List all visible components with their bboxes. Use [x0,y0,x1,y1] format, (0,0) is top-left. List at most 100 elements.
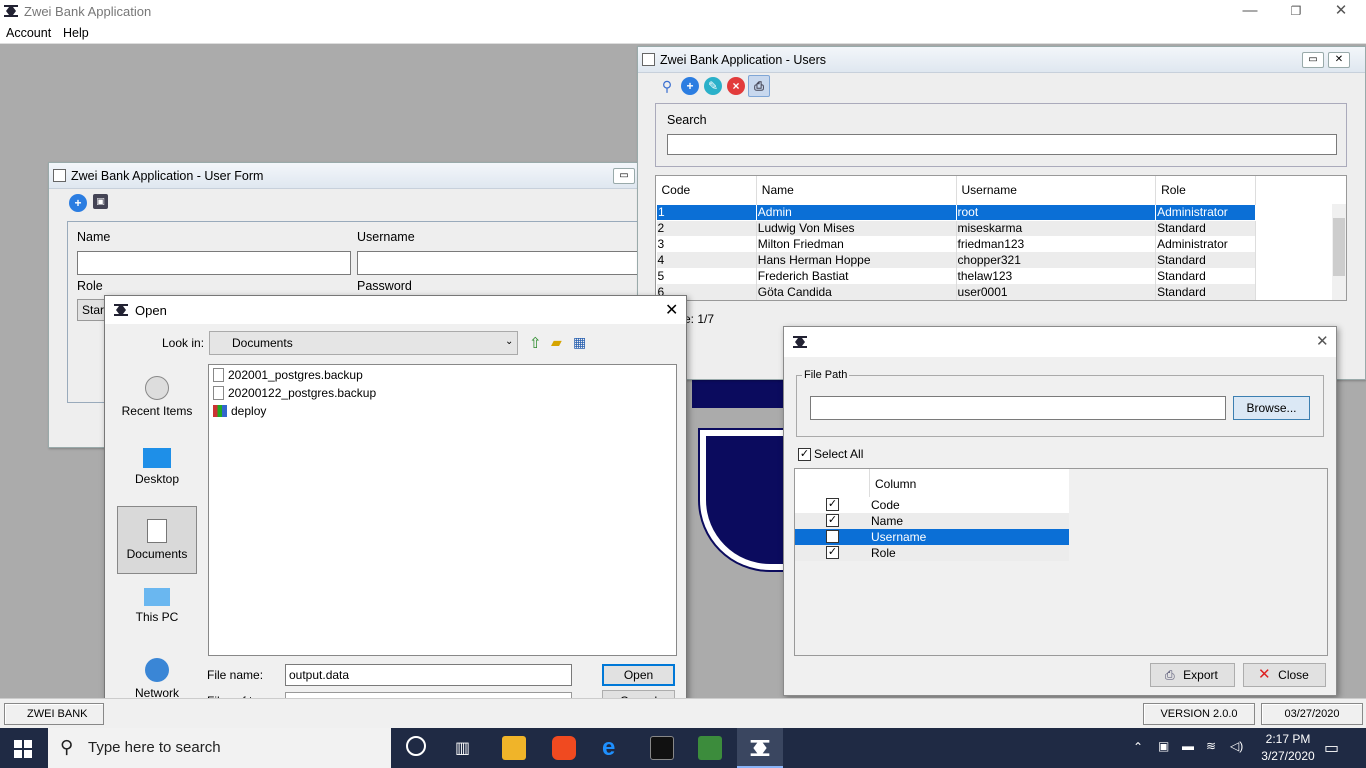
open-button[interactable]: Open [602,664,675,686]
delete-icon[interactable]: × [727,77,745,95]
column-divider [869,469,870,497]
new-folder-icon[interactable]: ▰ [551,334,562,351]
browse-button[interactable]: Browse... [1233,396,1310,420]
cell-code: 3 [656,236,757,252]
minimize-button[interactable]: — [1227,0,1273,24]
table-scrollbar[interactable] [1332,204,1346,300]
column-header[interactable]: Username [956,176,1157,204]
main-window-title: Zwei Bank Application [24,4,152,19]
export-button[interactable]: ⎙ Export [1150,663,1235,687]
menu-help[interactable]: Help [63,26,89,40]
place-desktop[interactable]: Desktop [117,448,197,514]
edge-browser-icon[interactable]: e [602,734,615,762]
status-version: VERSION 2.0.0 [1143,703,1255,725]
computer-icon [144,588,170,606]
wifi-icon[interactable]: ≋ [1206,739,1216,753]
place-label: Recent Items [121,404,193,418]
view-menu-icon[interactable]: ▦ [573,334,586,351]
look-in-select[interactable]: Documents [209,331,518,355]
place-recent-items[interactable]: Recent Items [117,376,197,442]
taskbar-date[interactable]: 3/27/2020 [1253,749,1323,763]
app-logo-icon [750,740,770,756]
cortana-icon[interactable] [406,736,426,756]
column-header[interactable]: Name [756,176,957,204]
network-icon [145,658,169,682]
file-path-label: File Path [802,369,850,381]
network-status-icon[interactable]: ▣ [1158,739,1169,753]
username-field[interactable] [357,251,641,275]
table-row[interactable]: ✓ Role [795,545,1069,561]
brave-browser-icon[interactable] [552,736,576,760]
chart-app-icon[interactable] [698,736,722,760]
print-icon[interactable]: ⎙ [748,75,770,97]
up-folder-icon[interactable]: ⇧ [529,334,542,352]
menu-account[interactable]: Account [6,26,51,40]
cell-name: Hans Herman Hoppe [756,252,957,268]
terminal-icon[interactable] [650,736,674,760]
list-item[interactable]: 20200122_postgres.backup [213,386,376,402]
restore-button[interactable]: ❐ [1273,0,1319,24]
export-dialog-titlebar[interactable]: ✕ [784,327,1336,357]
save-icon[interactable]: ▣ [93,194,108,209]
bank-logo-fragment [692,380,787,408]
window-icon [642,53,655,66]
archive-icon [213,405,227,417]
table-row[interactable]: 2 Ludwig Von Mises miseskarma Standard [656,220,1256,236]
volume-icon[interactable]: ◁) [1230,739,1243,753]
table-row[interactable]: 5 Frederich Bastiat thelaw123 Standard [656,268,1256,284]
place-documents[interactable]: Documents [117,506,197,574]
table-row[interactable]: 4 Hans Herman Hoppe chopper321 Standard [656,252,1256,268]
user-form-titlebar[interactable]: Zwei Bank Application - User Form ▭ [49,163,647,189]
restore-icon[interactable]: ▭ [1302,52,1324,68]
battery-icon[interactable]: ▬ [1182,739,1194,753]
column-header[interactable]: Code [656,176,757,204]
open-dialog-titlebar[interactable]: Open ✕ [105,296,686,324]
column-checkbox[interactable]: ✓ [826,546,839,559]
close-dialog-button[interactable]: ✕ Close [1243,663,1326,687]
cell-role: Standard [1155,284,1256,300]
scrollbar-thumb[interactable] [1333,218,1345,276]
close-button[interactable]: ✕ [1318,0,1364,24]
taskbar-app-zwei-bank[interactable] [737,728,783,768]
users-titlebar[interactable]: Zwei Bank Application - Users ▭ ✕ [638,47,1365,73]
table-row[interactable]: Username [795,529,1069,545]
notifications-icon[interactable]: ▭ [1324,738,1339,758]
edit-icon[interactable]: ✎ [704,77,722,95]
place-this-pc[interactable]: This PC [117,588,197,654]
name-field[interactable] [77,251,351,275]
chevron-up-icon[interactable]: ⌃ [1133,740,1143,754]
cell-code: 2 [656,220,757,236]
file-explorer-icon[interactable] [502,736,526,760]
column-checkbox[interactable]: ✓ [826,498,839,511]
list-item[interactable]: deploy [213,404,266,420]
file-path-input[interactable] [810,396,1226,420]
restore-icon[interactable]: ▭ [613,168,635,184]
look-in-label: Look in: [162,336,205,350]
column-checkbox[interactable] [826,530,839,543]
password-label: Password [357,279,412,293]
list-item[interactable]: 202001_postgres.backup [213,368,363,384]
table-row[interactable]: 6 Göta Candida user0001 Standard [656,284,1256,300]
add-icon[interactable]: + [681,77,699,95]
search-input[interactable] [667,134,1337,155]
task-view-icon[interactable]: ▥ [455,738,470,758]
table-row[interactable]: ✓ Name [795,513,1069,529]
close-icon[interactable]: ✕ [1328,52,1350,68]
table-row[interactable]: ✓ Code [795,497,1069,513]
users-title: Zwei Bank Application - Users [660,53,827,67]
windows-start-icon[interactable] [14,740,32,758]
close-icon[interactable]: ✕ [665,300,678,320]
column-header[interactable]: Role [1155,176,1256,204]
taskbar-search-input[interactable]: Type here to search [48,728,391,768]
select-all-checkbox[interactable]: ✓ [798,448,811,461]
close-icon[interactable]: ✕ [1316,332,1329,350]
cell-role: Administrator [1155,236,1256,252]
file-name-input[interactable]: output.data [285,664,572,686]
taskbar-time[interactable]: 2:17 PM [1258,732,1318,746]
add-icon[interactable]: + [69,194,87,212]
column-checkbox[interactable]: ✓ [826,514,839,527]
table-row[interactable]: 3 Milton Friedman friedman123 Administra… [656,236,1256,252]
file-list[interactable]: 202001_postgres.backup 20200122_postgres… [208,364,677,656]
search-icon[interactable]: ⚲ [658,77,676,95]
table-row[interactable]: 1 Admin root Administrator [656,203,1256,221]
